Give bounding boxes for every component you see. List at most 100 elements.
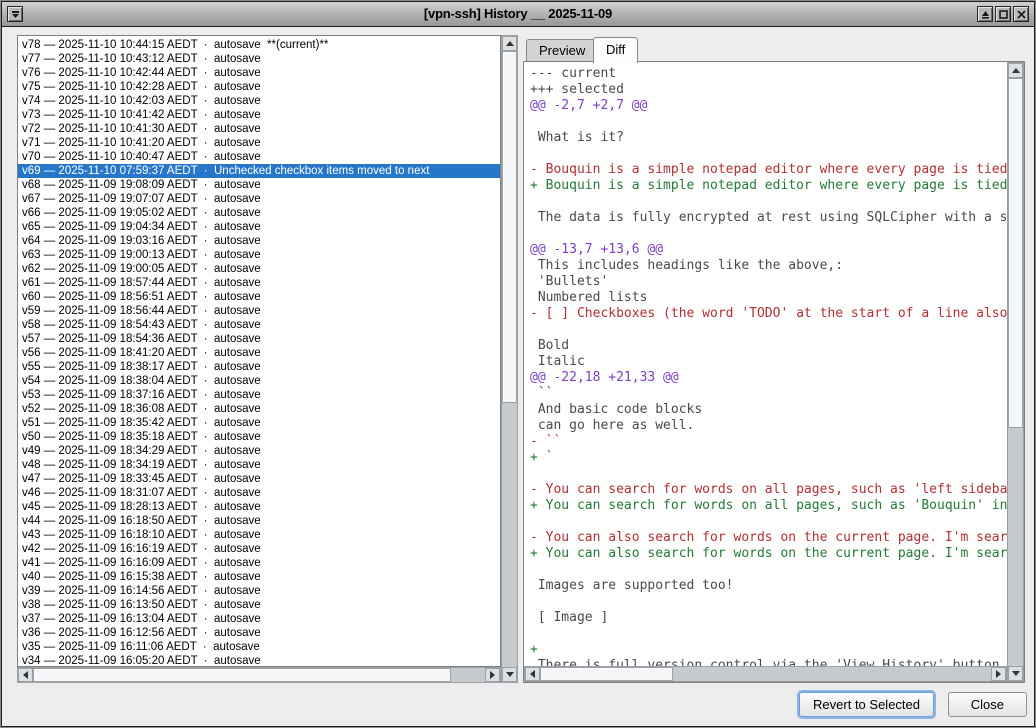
- history-list-item[interactable]: v52 — 2025-11-09 18:36:08 AEDT · autosav…: [22, 402, 500, 416]
- diff-line: - You can search for words on all pages,…: [530, 482, 1007, 498]
- triangle-up-icon: [506, 41, 514, 46]
- diff-line: @@ -22,18 +21,33 @@: [530, 370, 1007, 386]
- diff-line: - Bouquin is a simple notepad editor whe…: [530, 162, 1007, 178]
- diff-line: + Bouquin is a simple notepad editor whe…: [530, 178, 1007, 194]
- history-list-item[interactable]: v66 — 2025-11-09 19:05:02 AEDT · autosav…: [22, 206, 500, 220]
- scroll-down-button[interactable]: [502, 667, 517, 682]
- scroll-left-button[interactable]: [18, 668, 33, 682]
- diff-line: [530, 466, 1007, 482]
- diff-line: - You can also search for words on the c…: [530, 530, 1007, 546]
- history-list-item[interactable]: v43 — 2025-11-09 16:18:10 AEDT · autosav…: [22, 528, 500, 542]
- history-vertical-scrollbar[interactable]: [501, 35, 518, 683]
- diff-line: +: [530, 642, 1007, 658]
- history-list-item[interactable]: v65 — 2025-11-09 19:04:34 AEDT · autosav…: [22, 220, 500, 234]
- history-list-item[interactable]: v69 — 2025-11-10 07:59:37 AEDT · Uncheck…: [18, 164, 501, 178]
- diff-line: [530, 322, 1007, 338]
- history-list-item[interactable]: v78 — 2025-11-10 10:44:15 AEDT · autosav…: [22, 38, 500, 52]
- history-list-item[interactable]: v72 — 2025-11-10 10:41:30 AEDT · autosav…: [22, 122, 500, 136]
- history-list-item[interactable]: v58 — 2025-11-09 18:54:43 AEDT · autosav…: [22, 318, 500, 332]
- history-list-item[interactable]: v50 — 2025-11-09 18:35:18 AEDT · autosav…: [22, 430, 500, 444]
- history-list-item[interactable]: v46 — 2025-11-09 18:31:07 AEDT · autosav…: [22, 486, 500, 500]
- history-listbox[interactable]: v78 — 2025-11-10 10:44:15 AEDT · autosav…: [17, 35, 501, 667]
- diff-line: The data is fully encrypted at rest usin…: [530, 210, 1007, 226]
- history-list-item[interactable]: v68 — 2025-11-09 19:08:09 AEDT · autosav…: [22, 178, 500, 192]
- triangle-right-icon: [490, 671, 495, 679]
- history-list-item[interactable]: v40 — 2025-11-09 16:15:38 AEDT · autosav…: [22, 570, 500, 584]
- diff-line: - [ ] Checkboxes (the word 'TODO' at the…: [530, 306, 1007, 322]
- history-list-item[interactable]: v57 — 2025-11-09 18:54:36 AEDT · autosav…: [22, 332, 500, 346]
- history-list-item[interactable]: v39 — 2025-11-09 16:14:56 AEDT · autosav…: [22, 584, 500, 598]
- maximize-button[interactable]: [995, 6, 1011, 22]
- history-list-item[interactable]: v56 — 2025-11-09 18:41:20 AEDT · autosav…: [22, 346, 500, 360]
- history-list-item[interactable]: v74 — 2025-11-10 10:42:03 AEDT · autosav…: [22, 94, 500, 108]
- scrollbar-thumb[interactable]: [1008, 78, 1023, 428]
- tab-preview[interactable]: Preview: [526, 39, 598, 62]
- scrollbar-thumb[interactable]: [33, 668, 451, 682]
- history-list-item[interactable]: v63 — 2025-11-09 19:00:13 AEDT · autosav…: [22, 248, 500, 262]
- history-list-item[interactable]: v49 — 2025-11-09 18:34:29 AEDT · autosav…: [22, 444, 500, 458]
- scrollbar-thumb[interactable]: [540, 667, 673, 681]
- history-list-item[interactable]: v35 — 2025-11-09 16:11:06 AEDT · autosav…: [22, 640, 500, 654]
- tab-diff[interactable]: Diff: [593, 37, 638, 63]
- history-list-item[interactable]: v60 — 2025-11-09 18:56:51 AEDT · autosav…: [22, 290, 500, 304]
- scroll-up-button[interactable]: [1008, 63, 1023, 78]
- history-list-item[interactable]: v48 — 2025-11-09 18:34:19 AEDT · autosav…: [22, 458, 500, 472]
- history-list-item[interactable]: v64 — 2025-11-09 19:03:16 AEDT · autosav…: [22, 234, 500, 248]
- history-list-item[interactable]: v45 — 2025-11-09 18:28:13 AEDT · autosav…: [22, 500, 500, 514]
- history-list-item[interactable]: v70 — 2025-11-10 10:40:47 AEDT · autosav…: [22, 150, 500, 164]
- titlebar[interactable]: [vpn-ssh] History __ 2025-11-09: [2, 2, 1034, 27]
- history-list-item[interactable]: v75 — 2025-11-10 10:42:28 AEDT · autosav…: [22, 80, 500, 94]
- scroll-left-button[interactable]: [525, 667, 540, 681]
- shade-button[interactable]: [977, 6, 993, 22]
- history-list-item[interactable]: v36 — 2025-11-09 16:12:56 AEDT · autosav…: [22, 626, 500, 640]
- scroll-up-button[interactable]: [502, 36, 517, 51]
- history-horizontal-scrollbar[interactable]: [17, 667, 501, 683]
- close-window-button[interactable]: [1013, 6, 1029, 22]
- window-frame: [vpn-ssh] History __ 2025-11-09 v78 —: [1, 1, 1035, 727]
- history-list-item[interactable]: v37 — 2025-11-09 16:13:04 AEDT · autosav…: [22, 612, 500, 626]
- diff-line: --- current: [530, 66, 1007, 82]
- triangle-left-icon: [530, 670, 535, 678]
- diff-line: [530, 514, 1007, 530]
- scroll-right-button[interactable]: [485, 668, 500, 682]
- shade-icon: [981, 10, 990, 19]
- dialog-body: v78 — 2025-11-10 10:44:15 AEDT · autosav…: [3, 29, 1033, 725]
- revert-to-selected-button[interactable]: Revert to Selected: [799, 692, 934, 717]
- triangle-right-icon: [996, 670, 1001, 678]
- diff-line: + You can also search for words on the c…: [530, 546, 1007, 562]
- diff-line: This includes headings like the above,:: [530, 258, 1007, 274]
- history-list-item[interactable]: v47 — 2025-11-09 18:33:45 AEDT · autosav…: [22, 472, 500, 486]
- scrollbar-thumb[interactable]: [502, 51, 517, 403]
- diff-text: --- current+++ selected@@ -2,7 +2,7 @@ W…: [524, 62, 1007, 666]
- history-list-item[interactable]: v61 — 2025-11-09 18:57:44 AEDT · autosav…: [22, 276, 500, 290]
- diff-line: Italic: [530, 354, 1007, 370]
- history-list-item[interactable]: v55 — 2025-11-09 18:38:17 AEDT · autosav…: [22, 360, 500, 374]
- history-list-item[interactable]: v38 — 2025-11-09 16:13:50 AEDT · autosav…: [22, 598, 500, 612]
- history-list-item[interactable]: v76 — 2025-11-10 10:42:44 AEDT · autosav…: [22, 66, 500, 80]
- diff-line: There is full version control via the 'V…: [530, 658, 1007, 666]
- history-list-item[interactable]: v53 — 2025-11-09 18:37:16 AEDT · autosav…: [22, 388, 500, 402]
- history-list-item[interactable]: v51 — 2025-11-09 18:35:42 AEDT · autosav…: [22, 416, 500, 430]
- history-list-item[interactable]: v67 — 2025-11-09 19:07:07 AEDT · autosav…: [22, 192, 500, 206]
- history-list-item[interactable]: v54 — 2025-11-09 18:38:04 AEDT · autosav…: [22, 374, 500, 388]
- history-list-item[interactable]: v59 — 2025-11-09 18:56:44 AEDT · autosav…: [22, 304, 500, 318]
- history-list-item[interactable]: v42 — 2025-11-09 16:16:19 AEDT · autosav…: [22, 542, 500, 556]
- close-button[interactable]: Close: [948, 692, 1027, 717]
- history-list-item[interactable]: v44 — 2025-11-09 16:18:50 AEDT · autosav…: [22, 514, 500, 528]
- diff-line: Images are supported too!: [530, 578, 1007, 594]
- diff-line: [530, 146, 1007, 162]
- window-title: [vpn-ssh] History __ 2025-11-09: [2, 6, 1034, 21]
- history-list-item[interactable]: v34 — 2025-11-09 16:05:20 AEDT · autosav…: [22, 654, 500, 667]
- history-list-item[interactable]: v73 — 2025-11-10 10:41:42 AEDT · autosav…: [22, 108, 500, 122]
- diff-line: ``: [530, 386, 1007, 402]
- scroll-right-button[interactable]: [991, 667, 1006, 681]
- history-list-item[interactable]: v62 — 2025-11-09 19:00:05 AEDT · autosav…: [22, 262, 500, 276]
- scroll-down-button[interactable]: [1008, 666, 1023, 681]
- diff-horizontal-scrollbar[interactable]: [524, 666, 1007, 682]
- diff-vertical-scrollbar[interactable]: [1007, 62, 1024, 682]
- history-list-item[interactable]: v41 — 2025-11-09 16:16:09 AEDT · autosav…: [22, 556, 500, 570]
- diff-line: + `: [530, 450, 1007, 466]
- history-list-item[interactable]: v71 — 2025-11-10 10:41:20 AEDT · autosav…: [22, 136, 500, 150]
- history-list-item[interactable]: v77 — 2025-11-10 10:43:12 AEDT · autosav…: [22, 52, 500, 66]
- diff-line: @@ -2,7 +2,7 @@: [530, 98, 1007, 114]
